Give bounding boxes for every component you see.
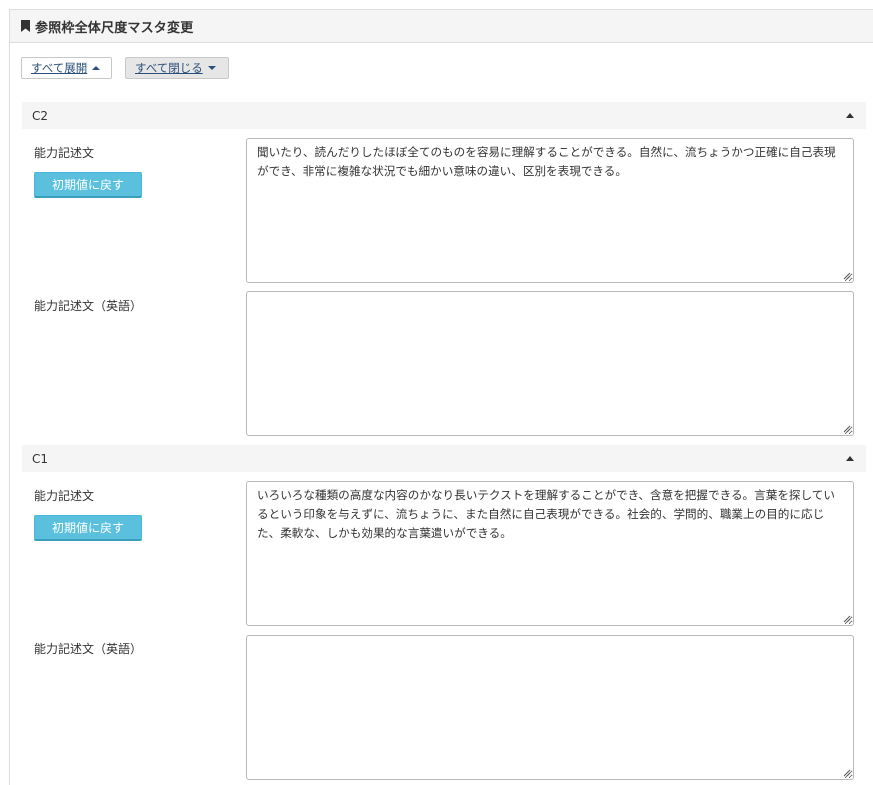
descriptor-en-label: 能力記述文（英語） xyxy=(34,299,143,313)
descriptor-en-textarea[interactable] xyxy=(246,291,854,436)
caret-up-icon xyxy=(92,66,101,70)
section-header-c2[interactable]: C2 xyxy=(22,102,866,129)
descriptor-textarea[interactable] xyxy=(246,138,854,283)
collapse-all-button[interactable]: すべて閉じる xyxy=(125,57,229,79)
reset-default-button[interactable]: 初期値に戻す xyxy=(34,172,142,198)
collapse-section-icon[interactable] xyxy=(846,113,854,118)
caret-down-icon xyxy=(207,66,216,70)
collapse-all-label: すべて閉じる xyxy=(135,61,203,75)
reset-default-button[interactable]: 初期値に戻す xyxy=(34,515,142,541)
descriptor-textarea[interactable] xyxy=(246,481,854,626)
descriptor-label: 能力記述文 xyxy=(34,146,95,160)
section-code: C1 xyxy=(32,451,49,466)
toolbar: すべて展開 すべて閉じる xyxy=(21,57,229,79)
expand-all-label: すべて展開 xyxy=(31,61,88,75)
descriptor-label: 能力記述文 xyxy=(34,489,95,503)
expand-all-button[interactable]: すべて展開 xyxy=(21,57,112,79)
panel-title: 参照枠全体尺度マスタ変更 xyxy=(35,20,194,36)
collapse-section-icon[interactable] xyxy=(846,456,854,461)
bookmark-icon xyxy=(21,20,30,32)
section-code: C2 xyxy=(32,108,49,123)
section-header-c1[interactable]: C1 xyxy=(22,445,866,472)
master-edit-panel: 参照枠全体尺度マスタ変更 すべて展開 すべて閉じる C2 能力記述文 初期値に戻… xyxy=(9,9,873,785)
panel-header: 参照枠全体尺度マスタ変更 xyxy=(10,10,873,43)
descriptor-en-textarea[interactable] xyxy=(246,635,854,780)
descriptor-en-label: 能力記述文（英語） xyxy=(34,642,143,656)
